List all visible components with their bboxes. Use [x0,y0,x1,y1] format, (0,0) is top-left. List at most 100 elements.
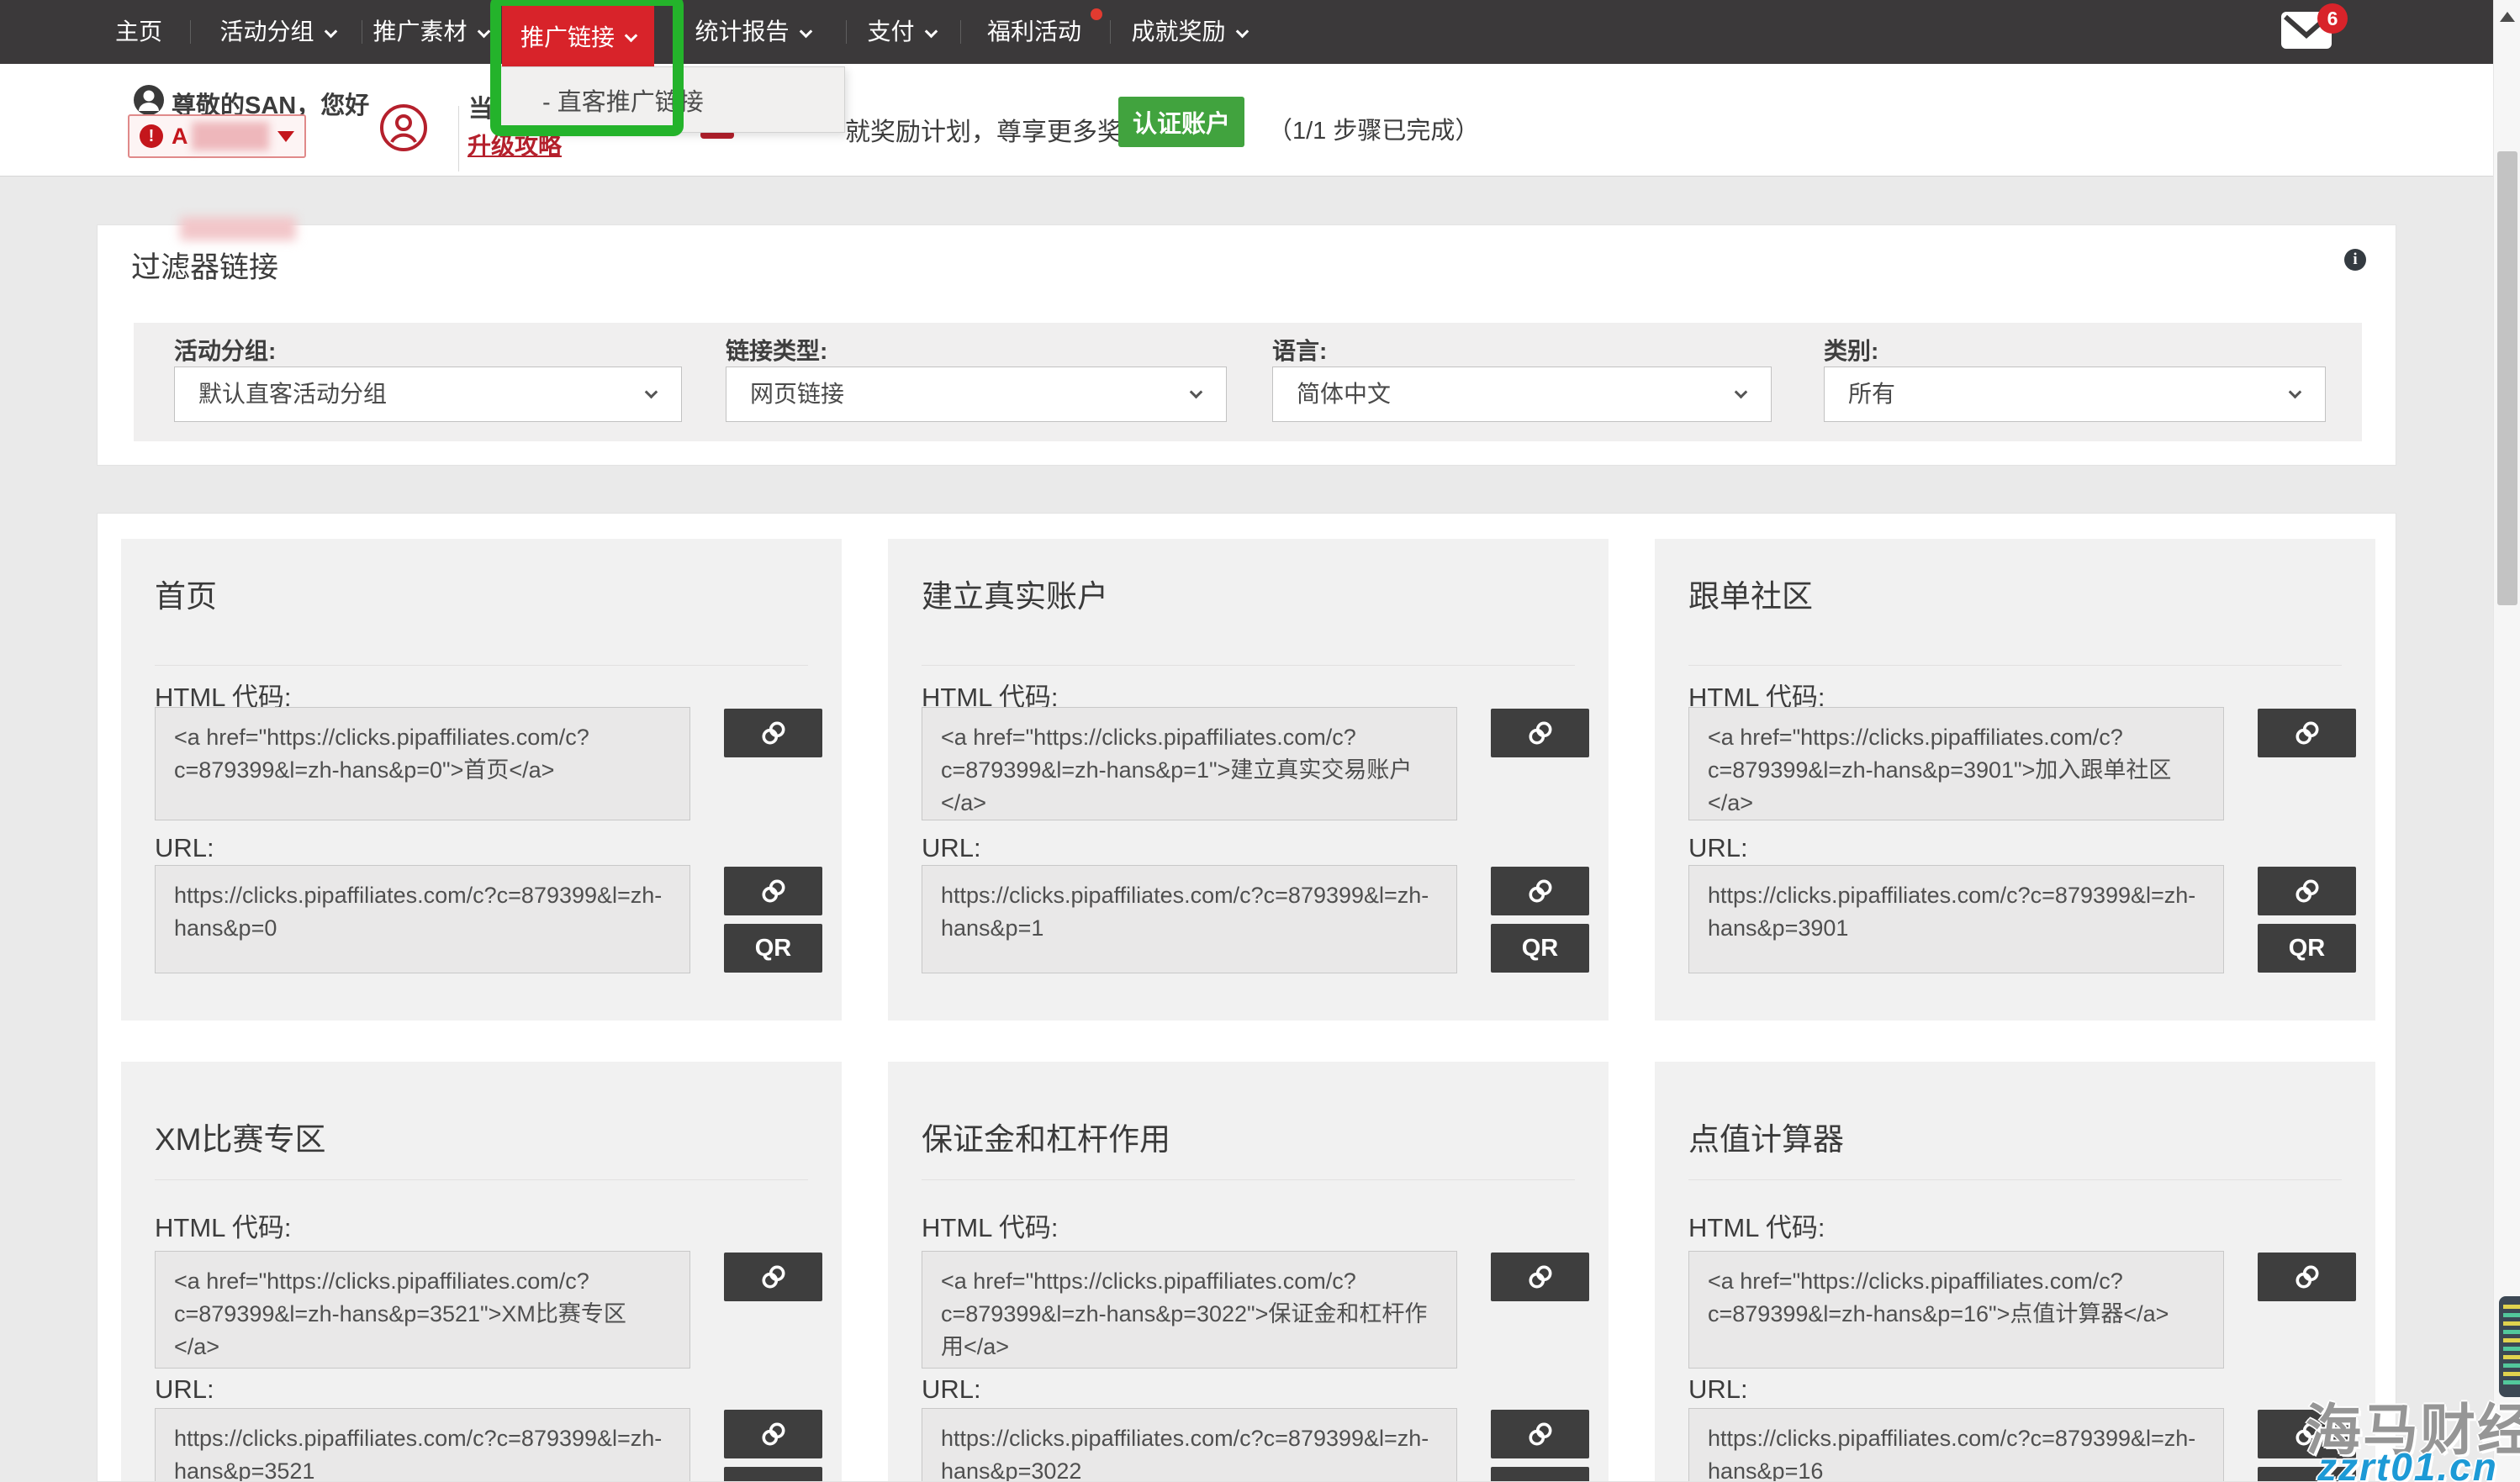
scroll-up-icon[interactable] [2500,12,2515,22]
card-divider [922,665,1575,666]
nav-item-campaign-groups[interactable]: 活动分组 [198,0,357,64]
nav-item-statistics-reports[interactable]: 统计报告 [673,0,832,64]
copy-url-button[interactable] [724,867,822,915]
filter-label: 链接类型: [726,333,827,367]
url-box[interactable]: https://clicks.pipaffiliates.com/c?c=879… [155,1408,690,1482]
link-type-select[interactable]: 网页链接 [726,367,1227,422]
scrollbar-thumb[interactable] [2497,151,2517,605]
filter-field-campaign-group: 活动分组: 默认直客活动分组 [174,323,682,441]
chevron-down-icon [477,25,490,39]
card-title: 保证金和杠杆作用 [922,1114,1170,1159]
copy-url-button[interactable] [1491,1410,1589,1458]
filter-label: 活动分组: [174,333,276,367]
language-select[interactable]: 简体中文 [1272,367,1772,422]
filter-field-link-type: 链接类型: 网页链接 [726,323,1227,441]
url-box[interactable]: https://clicks.pipaffiliates.com/c?c=879… [922,865,1457,973]
category-select[interactable]: 所有 [1824,367,2326,422]
copy-html-button[interactable] [1491,709,1589,757]
warning-icon: ! [140,124,163,148]
copy-html-button[interactable] [2258,709,2356,757]
affiliate-dashboard-page: 主页 活动分组 推广素材 统计报告 支付 福利活动 成就奖励 6 推广链接 - … [0,0,2520,1482]
chevron-down-icon [799,25,812,39]
qr-code-button[interactable]: QR [724,924,822,973]
html-code-box[interactable]: <a href="https://clicks.pipaffiliates.co… [155,1251,690,1369]
url-box[interactable]: https://clicks.pipaffiliates.com/c?c=879… [155,865,690,973]
card-divider [1688,1179,2342,1180]
html-code-box[interactable]: <a href="https://clicks.pipaffiliates.co… [155,707,690,820]
nav-item-promo-links-active[interactable]: 推广链接 [502,5,654,66]
notification-dot [1091,8,1102,20]
nav-divider [190,20,191,44]
url-box[interactable]: https://clicks.pipaffiliates.com/c?c=879… [1688,865,2224,973]
filter-label: 类别: [1824,333,1878,367]
copy-url-button[interactable] [2258,867,2356,915]
url-box[interactable]: https://clicks.pipaffiliates.com/c?c=879… [922,1408,1457,1482]
nav-item-achievements[interactable]: 成就奖励 [1118,0,1260,64]
info-icon[interactable]: i [2344,249,2366,271]
nav-divider [846,20,847,44]
steps-completed-text: （1/1 步骤已完成） [1268,111,1479,146]
selected-value: 所有 [1848,381,1895,407]
url-label: URL: [922,833,981,863]
link-icon [2292,1262,2322,1292]
copy-url-button[interactable] [724,1410,822,1458]
qr-code-button[interactable]: QR [724,1467,822,1482]
nav-item-label: 福利活动 [987,18,1081,45]
nav-item-promo-materials[interactable]: 推广素材 [360,0,501,64]
filter-label: 语言: [1272,333,1327,367]
html-code-box[interactable]: <a href="https://clicks.pipaffiliates.co… [922,1251,1457,1369]
nav-item-benefits[interactable]: 福利活动 [971,0,1097,64]
nav-item-payments[interactable]: 支付 [851,0,952,64]
chevron-down-icon [1235,25,1249,39]
nav-item-label: 成就奖励 [1131,18,1225,45]
watermark-logo [2499,1296,2520,1397]
url-label: URL: [155,1374,214,1405]
qr-code-button[interactable]: QR [1491,924,1589,973]
card-title: XM比赛专区 [155,1114,326,1159]
campaign-group-select[interactable]: 默认直客活动分组 [174,367,682,422]
html-code-box[interactable]: <a href="https://clicks.pipaffiliates.co… [922,707,1457,820]
mail-button[interactable]: 6 [2280,10,2364,61]
mail-badge: 6 [2317,3,2348,34]
filter-links-panel: 过滤器链接 i 活动分组: 默认直客活动分组 链接类型: 网页链接 语言: [97,224,2396,466]
link-card-home: 首页 HTML 代码: <a href="https://clicks.pipa… [121,539,842,1021]
qr-code-button[interactable]: QR [1491,1467,1589,1482]
account-header: 尊敬的SAN，您好 ! A 当 升级攻略 就奖励计划，尊享更多奖励！ 认证账户 … [0,64,2520,177]
verify-account-button[interactable]: 认证账户 [1118,97,1244,147]
card-title: 跟单社区 [1688,571,1813,616]
url-label: URL: [155,833,214,863]
link-icon [758,1262,789,1292]
html-code-box[interactable]: <a href="https://clicks.pipaffiliates.co… [1688,1251,2224,1369]
url-label: URL: [1688,1374,1748,1405]
link-icon [2292,876,2322,906]
url-box[interactable]: https://clicks.pipaffiliates.com/c?c=879… [1688,1408,2224,1482]
link-cards-panel: 首页 HTML 代码: <a href="https://clicks.pipa… [97,513,2396,1482]
upgrade-strategy-link[interactable]: 升级攻略 [468,128,562,161]
link-card-margin-leverage: 保证金和杠杆作用 HTML 代码: <a href="https://click… [888,1062,1609,1482]
copy-html-button[interactable] [1491,1253,1589,1301]
qr-code-button[interactable]: QR [2258,924,2356,973]
copy-url-button[interactable] [1491,867,1589,915]
header-divider [458,106,459,171]
filter-bar: 活动分组: 默认直客活动分组 链接类型: 网页链接 语言: 简体中文 [134,323,2362,441]
chevron-down-icon [324,25,337,39]
user-circle-icon[interactable] [378,103,429,153]
link-icon [1525,876,1556,906]
partial-text: 当 [468,89,493,124]
copy-html-button[interactable] [724,1253,822,1301]
copy-html-button[interactable] [2258,1253,2356,1301]
link-icon [758,1419,789,1449]
link-card-pip-calculator: 点值计算器 HTML 代码: <a href="https://clicks.p… [1655,1062,2375,1482]
nav-item-home[interactable]: 主页 [101,0,177,64]
copy-html-button[interactable] [724,709,822,757]
card-title: 建立真实账户 [922,571,1108,616]
html-code-label: HTML 代码: [1688,1206,1825,1244]
account-selector[interactable]: ! A [128,114,306,158]
link-icon [1525,1419,1556,1449]
page-scrollbar[interactable] [2493,0,2520,1482]
html-code-box[interactable]: <a href="https://clicks.pipaffiliates.co… [1688,707,2224,820]
chevron-down-icon [625,29,638,43]
link-icon [758,718,789,748]
top-navbar: 主页 活动分组 推广素材 统计报告 支付 福利活动 成就奖励 6 [0,0,2493,64]
dropdown-item-direct-promo-link[interactable]: - 直客推广链接 [542,82,704,118]
